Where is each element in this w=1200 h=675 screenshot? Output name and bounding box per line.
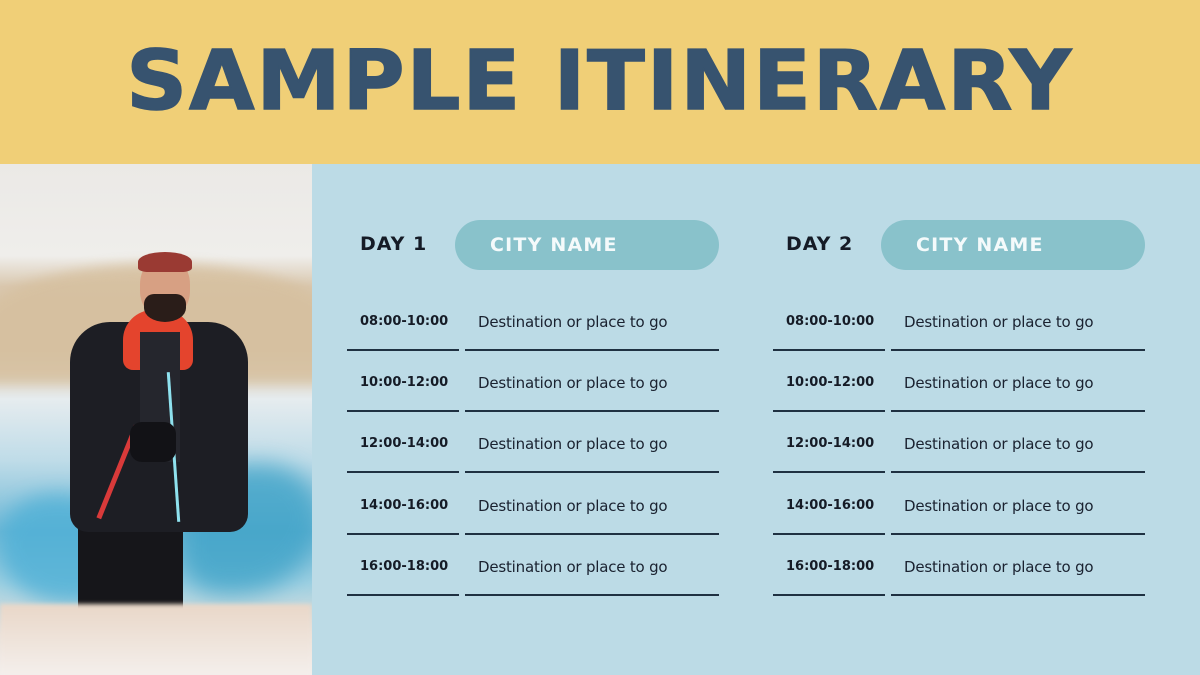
traveler-photo	[0, 164, 312, 675]
time-slot: 12:00-14:00	[360, 436, 449, 452]
schedule-list: 08:00-10:00 Destination or place to go 10:…	[773, 292, 1173, 598]
photo-person	[60, 252, 260, 642]
day-column-2: DAY 2 CITY NAME 08:00-10:00 Destination o…	[773, 220, 1173, 596]
time-slot: 08:00-10:00	[786, 314, 875, 329]
destination-text: Destination or place to go	[478, 496, 668, 515]
city-name: CITY NAME	[916, 234, 1044, 256]
time-slot: 16:00-18:00	[786, 558, 875, 574]
person-hair	[138, 252, 192, 272]
destination-underline	[465, 410, 719, 413]
day-column-1: DAY 1 CITY NAME 08:00-10:00 Destination o…	[347, 220, 747, 596]
time-underline	[773, 410, 885, 413]
time-underline	[347, 349, 459, 351]
page-title: SAMPLE ITINERARY	[126, 34, 1074, 129]
header-banner: SAMPLE ITINERARY	[0, 0, 1200, 164]
destination-underline	[891, 593, 1145, 596]
destination-text: Destination or place to go	[904, 374, 1094, 393]
city-name: CITY NAME	[490, 234, 618, 256]
destination-underline	[891, 349, 1145, 351]
schedule-row: 14:00-16:00 Destination or place to go	[347, 476, 747, 537]
destination-text: Destination or place to go	[478, 435, 668, 454]
time-underline	[347, 410, 459, 413]
destination-text: Destination or place to go	[904, 435, 1094, 454]
time-slot: 10:00-12:00	[360, 375, 449, 391]
destination-underline	[465, 471, 719, 474]
city-name-pill: CITY NAME	[881, 220, 1145, 270]
schedule-row: 08:00-10:00 Destination or place to go	[773, 292, 1173, 353]
schedule-row: 10:00-12:00 Destination or place to go	[773, 353, 1173, 414]
day-label: DAY 2	[786, 233, 854, 255]
destination-underline	[465, 593, 719, 596]
schedule-list: 08:00-10:00 Destination or place to go 10:…	[347, 292, 747, 598]
itinerary-panel: DAY 1 CITY NAME 08:00-10:00 Destination o…	[312, 164, 1200, 675]
destination-underline	[465, 349, 719, 351]
destination-underline	[891, 532, 1145, 535]
destination-text: Destination or place to go	[478, 557, 668, 576]
destination-underline	[465, 532, 719, 535]
time-underline	[773, 349, 885, 351]
time-underline	[347, 532, 459, 535]
photo-foreground	[0, 604, 312, 675]
time-slot: 10:00-12:00	[786, 375, 875, 391]
destination-text: Destination or place to go	[904, 557, 1094, 576]
destination-text: Destination or place to go	[478, 313, 668, 331]
destination-text: Destination or place to go	[904, 313, 1094, 331]
destination-underline	[891, 410, 1145, 413]
schedule-row: 12:00-14:00 Destination or place to go	[347, 414, 747, 475]
destination-text: Destination or place to go	[904, 496, 1094, 515]
time-underline	[773, 471, 885, 474]
time-slot: 14:00-16:00	[786, 497, 875, 513]
destination-text: Destination or place to go	[478, 374, 668, 393]
day-header: DAY 1 CITY NAME	[347, 220, 747, 270]
schedule-row: 16:00-18:00 Destination or place to go	[773, 537, 1173, 598]
time-underline	[773, 532, 885, 535]
schedule-row: 12:00-14:00 Destination or place to go	[773, 414, 1173, 475]
time-underline	[347, 593, 459, 596]
time-slot: 14:00-16:00	[360, 497, 449, 513]
schedule-row: 08:00-10:00 Destination or place to go	[347, 292, 747, 353]
time-slot: 16:00-18:00	[360, 558, 449, 574]
time-slot: 08:00-10:00	[360, 314, 449, 329]
schedule-row: 16:00-18:00 Destination or place to go	[347, 537, 747, 598]
destination-underline	[891, 471, 1145, 474]
day-label: DAY 1	[360, 233, 428, 255]
person-hands	[130, 422, 176, 462]
time-slot: 12:00-14:00	[786, 436, 875, 452]
schedule-row: 10:00-12:00 Destination or place to go	[347, 353, 747, 414]
time-underline	[347, 471, 459, 474]
day-header: DAY 2 CITY NAME	[773, 220, 1173, 270]
city-name-pill: CITY NAME	[455, 220, 719, 270]
schedule-row: 14:00-16:00 Destination or place to go	[773, 476, 1173, 537]
person-beard	[144, 294, 186, 322]
time-underline	[773, 593, 885, 596]
